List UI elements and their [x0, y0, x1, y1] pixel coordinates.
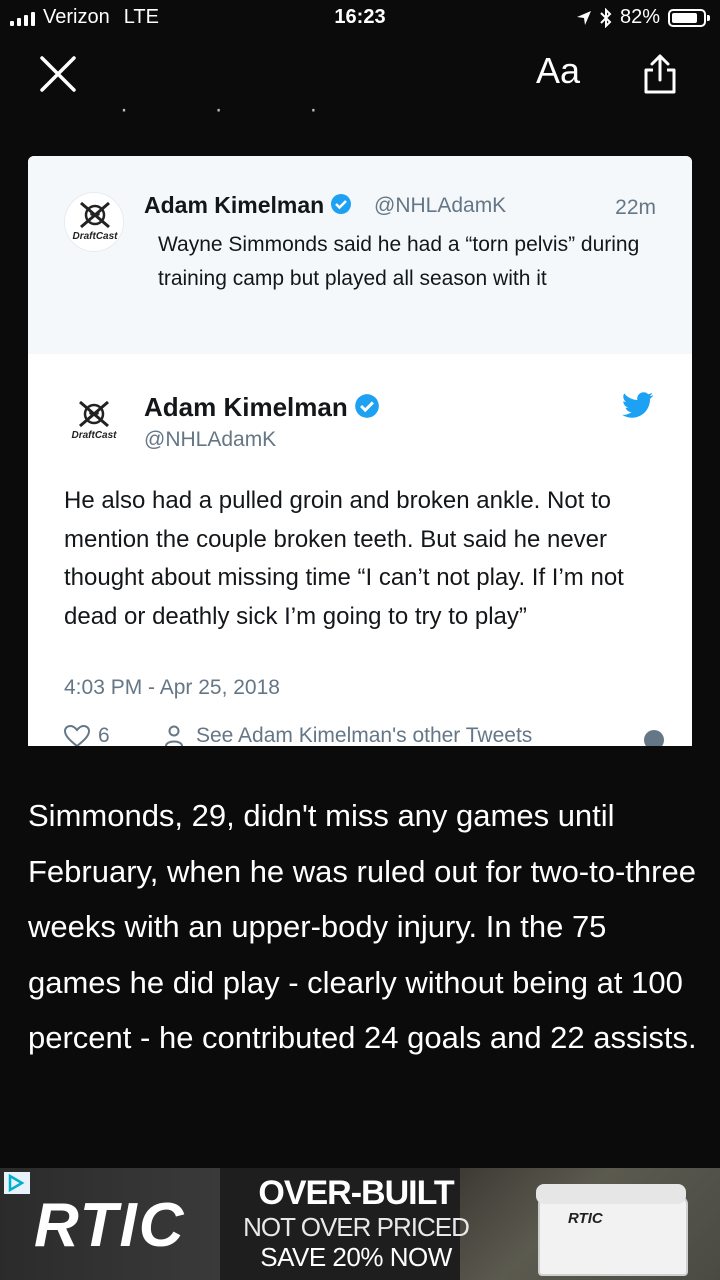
quoted-timestamp[interactable]: 22m — [615, 196, 656, 220]
other-tweets-link[interactable]: See Adam Kimelman's other Tweets — [164, 724, 532, 746]
location-arrow-icon — [576, 10, 591, 25]
verified-badge-icon — [330, 193, 352, 221]
quoted-author-name[interactable]: Adam Kimelman — [144, 192, 324, 218]
tweet-author-name[interactable]: Adam Kimelman — [144, 392, 348, 422]
battery-percent: 82% — [619, 6, 660, 28]
cooler-brand: RTIC — [568, 1210, 603, 1227]
reader-toolbar: Aa — [0, 36, 720, 112]
like-count: 6 — [98, 724, 110, 746]
bluetooth-icon — [600, 7, 612, 28]
rtic-logo: RTIC — [34, 1191, 186, 1260]
twitter-bird-icon[interactable] — [622, 392, 654, 423]
status-bar: Verizon LTE 16:23 82% — [0, 0, 720, 36]
quoted-tweet-text: Wayne Simmonds said he had a “torn pelvi… — [158, 233, 640, 290]
avatar[interactable]: DraftCast — [64, 192, 124, 252]
heart-icon — [64, 725, 90, 746]
draftcast-logo-icon: DraftCast — [71, 400, 117, 441]
adchoices-icon[interactable] — [4, 1172, 30, 1199]
embedded-tweet-card[interactable]: DraftCast Adam Kimelman @NHLAdamK 22m Wa… — [28, 156, 692, 746]
avatar[interactable]: DraftCast — [64, 392, 124, 452]
share-icon — [644, 54, 676, 94]
article-paragraph: Simmonds, 29, didn't miss any games unti… — [28, 798, 697, 1055]
avatar-label: DraftCast — [72, 231, 118, 242]
ad-headline: OVER-BUILT — [258, 1174, 454, 1212]
ad-banner[interactable]: RTIC OVER-BUILT NOT OVER PRICED SAVE 20%… — [0, 1168, 720, 1280]
quoted-author-handle[interactable]: @NHLAdamK — [374, 194, 506, 218]
other-tweets-label: See Adam Kimelman's other Tweets — [196, 724, 533, 746]
like-button[interactable]: 6 — [64, 724, 110, 746]
avatar-label: DraftCast — [71, 430, 117, 441]
scrolled-text-fragment: · · · — [120, 108, 358, 122]
tweet-date[interactable]: 4:03 PM - Apr 25, 2018 — [64, 676, 280, 700]
tweet-actions: 6 See Adam Kimelman's other Tweets — [64, 724, 664, 746]
share-button[interactable] — [640, 52, 680, 101]
tweet-text: He also had a pulled groin and broken an… — [64, 487, 624, 630]
close-button[interactable] — [38, 54, 78, 94]
ad-subheadline: NOT OVER PRICED — [243, 1212, 470, 1242]
tweet-author-handle[interactable]: @NHLAdamK — [144, 428, 276, 452]
info-icon[interactable] — [644, 730, 664, 746]
verified-badge-icon — [354, 393, 380, 426]
person-icon — [165, 725, 183, 746]
ad-offer: SAVE 20% NOW — [260, 1242, 452, 1272]
draftcast-logo-icon: DraftCast — [72, 201, 118, 242]
font-size-button[interactable]: Aa — [536, 50, 580, 92]
quoted-tweet[interactable]: DraftCast Adam Kimelman @NHLAdamK 22m Wa… — [28, 156, 692, 354]
cooler-image: RTIC — [536, 1184, 688, 1276]
close-icon — [40, 56, 76, 92]
battery-icon — [668, 8, 710, 27]
